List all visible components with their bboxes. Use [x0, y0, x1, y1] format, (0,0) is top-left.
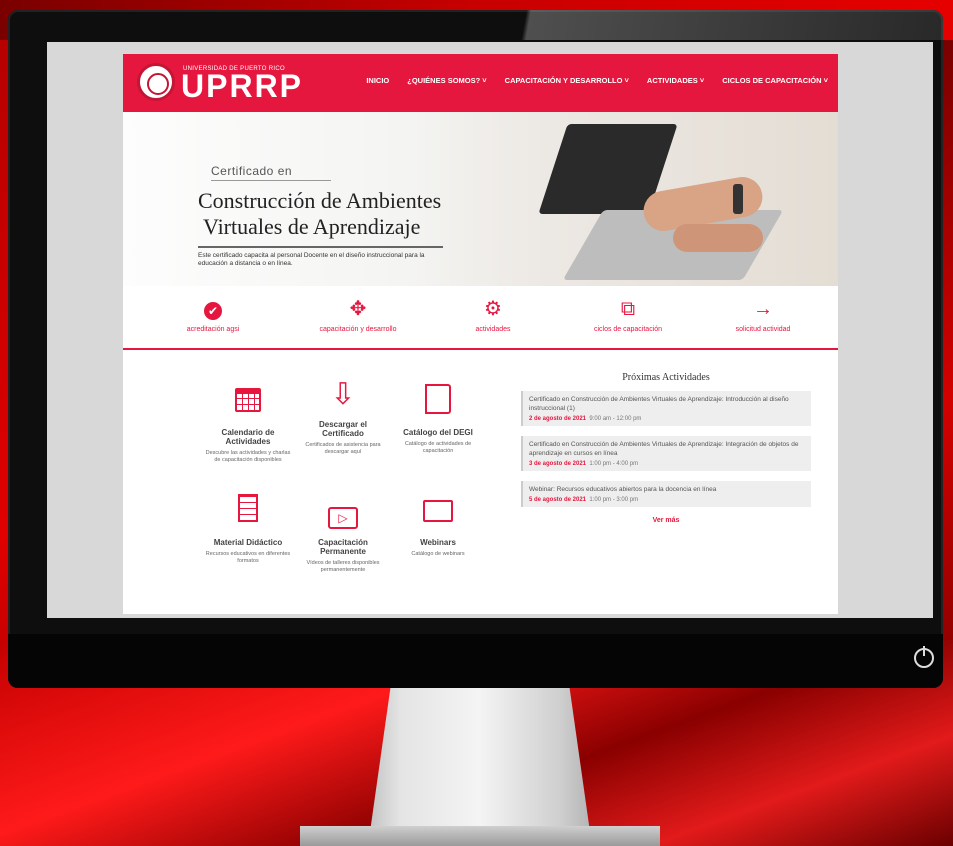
service-certificado[interactable]: ⇩ Descargar el Certificado Certificados …	[298, 376, 388, 456]
see-more-link[interactable]: Ver más	[521, 517, 811, 524]
upcoming-activities: Próximas Actividades Certificado en Cons…	[521, 372, 811, 524]
webinar-icon	[423, 500, 453, 522]
nav-item-actividades[interactable]: ACTIVIDADES ˅	[647, 76, 704, 85]
nav-menu: INICIO ¿QUIÉNES SOMOS? ˅ CAPACITACIÓN Y …	[366, 76, 828, 85]
hero-kicker: Certificado en	[211, 164, 293, 178]
hero-banner: Certificado en Construcción de Ambientes…	[123, 112, 838, 286]
calendar-icon	[235, 388, 261, 412]
book-icon	[425, 384, 451, 414]
gears-icon: ⚙	[484, 298, 502, 320]
activity-item[interactable]: Certificado en Construcción de Ambientes…	[521, 391, 811, 426]
activities-title: Próximas Actividades	[622, 372, 710, 383]
service-calendario[interactable]: Calendario de Actividades Descubre las a…	[203, 384, 293, 464]
power-icon[interactable]	[914, 646, 934, 668]
service-capacitacion-permanente[interactable]: ▷ Capacitación Permanente Vídeos de tall…	[298, 494, 388, 574]
move-icon: ✥	[349, 298, 367, 320]
webpage: UNIVERSIDAD DE PUERTO RICO UPRRP INICIO …	[123, 54, 838, 614]
top-navbar: UNIVERSIDAD DE PUERTO RICO UPRRP INICIO …	[123, 54, 838, 112]
hero-title-line1: Construcción de Ambientes	[198, 188, 442, 213]
activity-item[interactable]: Webinar: Recursos educativos abiertos pa…	[521, 481, 811, 507]
quick-link-actividades[interactable]: ⚙ actividades	[423, 298, 563, 333]
laptop-photo	[523, 124, 784, 280]
check-circle-icon: ✔	[204, 302, 222, 320]
hero-title-underline	[198, 246, 443, 248]
quick-link-acreditacion[interactable]: ✔ acreditación agsi	[143, 298, 283, 333]
monitor-glare	[490, 10, 943, 40]
monitor-chin	[8, 634, 943, 688]
hero-divider	[211, 180, 331, 181]
hero-title-line2: Virtuales de Aprendizaje	[203, 214, 421, 239]
hero-description: Este certificado capacita al personal Do…	[198, 252, 425, 267]
service-catalogo[interactable]: Catálogo del DEGI Catálogo de actividade…	[393, 384, 483, 455]
arrow-right-icon: →	[753, 298, 773, 320]
nav-item-ciclos[interactable]: CICLOS DE CAPACITACIÓN ˅	[722, 76, 828, 85]
quick-link-ciclos[interactable]: ⧉ ciclos de capacitación	[558, 298, 698, 333]
document-icon	[238, 494, 258, 522]
university-seal-logo[interactable]	[137, 63, 175, 101]
quick-link-solicitud[interactable]: → solicitud actividad	[693, 298, 833, 333]
nav-item-capacitacion[interactable]: CAPACITACIÓN Y DESARROLLO ˅	[505, 76, 629, 85]
activity-item[interactable]: Certificado en Construcción de Ambientes…	[521, 436, 811, 471]
play-icon: ▷	[328, 507, 358, 529]
site-logo-text[interactable]: UPRRP	[181, 68, 303, 105]
quick-link-capacitacion[interactable]: ✥ capacitación y desarrollo	[288, 298, 428, 333]
nav-item-quienes-somos[interactable]: ¿QUIÉNES SOMOS? ˅	[407, 76, 486, 85]
projector-icon: ⧉	[620, 298, 636, 320]
service-webinars[interactable]: Webinars Catálogo de webinars	[393, 494, 483, 558]
service-material[interactable]: Material Didáctico Recursos educativos e…	[203, 494, 293, 565]
download-icon: ⇩	[330, 378, 356, 411]
nav-item-inicio[interactable]: INICIO	[366, 76, 389, 85]
monitor-stand-base	[300, 826, 660, 846]
quick-links-bar: ✔ acreditación agsi ✥ capacitación y des…	[123, 286, 838, 350]
